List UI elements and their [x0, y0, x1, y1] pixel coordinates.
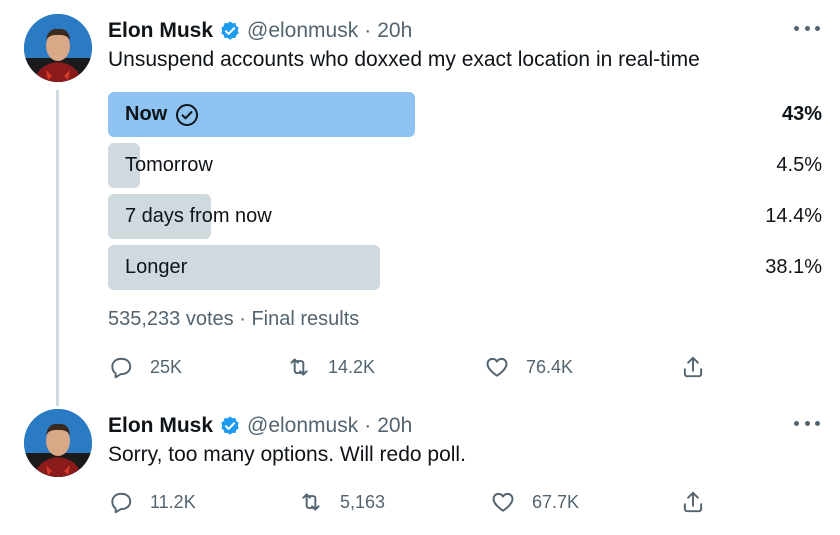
- timeline: Elon Musk @elonmusk · 20h Unsuspend acco…: [0, 0, 840, 535]
- author-name[interactable]: Elon Musk: [108, 414, 213, 438]
- poll-status: Final results: [251, 308, 360, 330]
- poll-option-percent: 14.4%: [765, 205, 822, 227]
- verified-badge-icon: [219, 415, 241, 437]
- poll: Now 43% Tomorrow 4.5% 7 days from now 14…: [108, 92, 822, 296]
- tweet-time[interactable]: 20h: [377, 19, 412, 43]
- poll-option-percent: 4.5%: [776, 154, 822, 176]
- tweet-header: Elon Musk @elonmusk · 20h: [108, 18, 412, 44]
- poll-option-label: Tomorrow: [125, 154, 213, 176]
- poll-option: 7 days from now 14.4%: [108, 194, 822, 239]
- poll-option-percent: 43%: [781, 103, 822, 125]
- separator-dot: ·: [364, 19, 372, 42]
- author-handle[interactable]: @elonmusk: [247, 19, 358, 43]
- more-icon[interactable]: [794, 413, 820, 433]
- reply-count: 11.2K: [150, 491, 196, 512]
- tweet-poll[interactable]: Elon Musk @elonmusk · 20h Unsuspend acco…: [0, 0, 840, 406]
- poll-option-label: 7 days from now: [125, 205, 272, 227]
- like-button[interactable]: 67.7K: [490, 487, 579, 517]
- avatar[interactable]: [24, 14, 92, 82]
- like-button[interactable]: 76.4K: [484, 352, 573, 382]
- retweet-count: 5,163: [340, 491, 386, 512]
- poll-option: Longer 38.1%: [108, 245, 822, 290]
- like-icon: [490, 489, 516, 515]
- like-count: 67.7K: [532, 491, 580, 512]
- retweet-button[interactable]: 14.2K: [286, 352, 375, 382]
- tweet-actions: 25K 14.2K 76.4K: [108, 352, 708, 382]
- reply-button[interactable]: 11.2K: [108, 487, 196, 517]
- verified-badge-icon: [219, 20, 241, 42]
- retweet-icon: [298, 489, 324, 515]
- retweet-icon: [286, 354, 312, 380]
- author-handle[interactable]: @elonmusk: [247, 414, 358, 438]
- reply-button[interactable]: 25K: [108, 352, 182, 382]
- tweet-time[interactable]: 20h: [377, 414, 412, 438]
- tweet-text: Unsuspend accounts who doxxed my exact l…: [108, 48, 700, 71]
- thread-line: [56, 90, 59, 406]
- like-count: 76.4K: [526, 356, 574, 377]
- like-icon: [484, 354, 510, 380]
- poll-votes: 535,233 votes: [108, 308, 234, 330]
- separator-dot: ·: [364, 414, 372, 437]
- tweet-actions: 11.2K 5,163 67.7K: [108, 487, 708, 517]
- poll-option-percent: 38.1%: [765, 256, 822, 278]
- more-icon[interactable]: [794, 18, 820, 38]
- poll-option: Tomorrow 4.5%: [108, 143, 822, 188]
- share-icon: [680, 354, 706, 380]
- separator-dot: ·: [239, 308, 246, 330]
- reply-icon: [108, 489, 134, 515]
- retweet-button[interactable]: 5,163: [298, 487, 385, 517]
- poll-option-label: Now: [125, 103, 168, 125]
- reply-count: 25K: [150, 356, 183, 377]
- avatar[interactable]: [24, 409, 92, 477]
- poll-option-label-row: Now: [125, 92, 199, 137]
- share-icon: [680, 489, 706, 515]
- tweet-text: Sorry, too many options. Will redo poll.: [108, 443, 466, 466]
- share-button[interactable]: [680, 487, 722, 517]
- poll-meta: 535,233 votes · Final results: [108, 308, 359, 331]
- tweet-header: Elon Musk @elonmusk · 20h: [108, 413, 412, 439]
- author-name[interactable]: Elon Musk: [108, 19, 213, 43]
- poll-option: Now 43%: [108, 92, 822, 137]
- share-button[interactable]: [680, 352, 722, 382]
- retweet-count: 14.2K: [328, 356, 376, 377]
- check-circle-icon: [175, 103, 199, 127]
- reply-icon: [108, 354, 134, 380]
- tweet-reply[interactable]: Elon Musk @elonmusk · 20h Sorry, too man…: [0, 395, 840, 535]
- poll-option-label: Longer: [125, 256, 188, 278]
